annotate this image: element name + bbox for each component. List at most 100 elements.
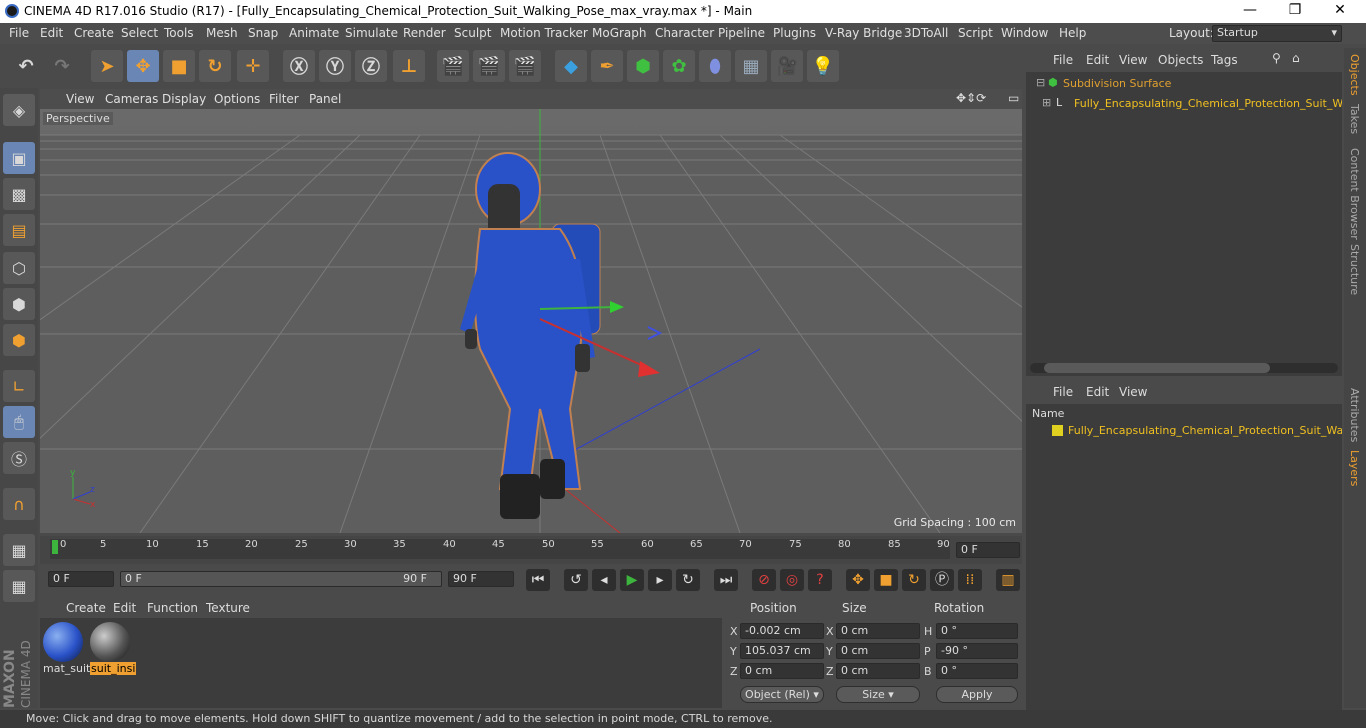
key-param-button[interactable]: Ⓟ [930,569,954,591]
size-z-field[interactable]: 0 cm [836,663,920,679]
menu-tools[interactable]: Tools [164,26,194,40]
size-x-field[interactable]: 0 cm [836,623,920,639]
undo-button[interactable]: ↶ [10,50,42,82]
key-position-button[interactable]: ✥ [846,569,870,591]
size-y-field[interactable]: 0 cm [836,643,920,659]
object-row[interactable]: ⊟ ⬢ Subdivision Surface [1026,74,1342,94]
y-axis-lock-button[interactable]: Ⓨ [319,50,351,82]
tweak-mode-button[interactable]: 🖱 [3,406,35,438]
cube-button[interactable]: ◆ [555,50,587,82]
layer-menu-edit[interactable]: Edit [1086,385,1109,399]
points-mode-button[interactable]: ⬡ [3,252,35,284]
camera-button[interactable]: 🎥 [771,50,803,82]
vp-menu-view[interactable]: View [66,92,94,106]
polygons-mode-button[interactable]: ⬢ [3,324,35,356]
frame-range-slider[interactable]: 0 F 90 F [120,571,442,587]
play-button[interactable]: ▶ [620,569,644,591]
material-swatch[interactable]: suit_insi [90,622,137,678]
texture-mode-button[interactable]: ▩ [3,178,35,210]
redo-button[interactable]: ↷ [46,50,78,82]
menu-edit[interactable]: Edit [40,26,63,40]
vp-menu-panel[interactable]: Panel [309,92,341,106]
search-icon[interactable]: ⚲ [1272,51,1281,65]
tab-takes[interactable]: Takes [1348,104,1361,134]
current-frame-field[interactable]: 0 F [956,542,1020,558]
size-mode-select[interactable]: Size ▾ [836,686,920,703]
key-pla-button[interactable]: ⁞⁞ [958,569,982,591]
floor-button[interactable]: ▦ [735,50,767,82]
menu-animate[interactable]: Animate [289,26,339,40]
subdivision-button[interactable]: ⬢ [627,50,659,82]
menu-simulate[interactable]: Simulate [345,26,398,40]
object-row[interactable]: ⊞ L Fully_Encapsulating_Chemical_Protect… [1026,94,1342,114]
tab-objects[interactable]: Objects [1348,54,1361,96]
menu-file[interactable]: File [9,26,29,40]
menu-snap[interactable]: Snap [248,26,278,40]
end-frame-field[interactable]: 90 F [448,571,514,587]
vp-menu-options[interactable]: Options [214,92,260,106]
timeline-ruler[interactable]: 0 5 10 15 20 25 30 35 40 45 50 55 60 65 … [40,536,1022,564]
coordinate-system-button[interactable]: ⊥ [393,50,425,82]
menu-create[interactable]: Create [74,26,114,40]
horizontal-scrollbar[interactable] [1030,363,1338,373]
rot-h-field[interactable]: 0 ° [936,623,1018,639]
pen-button[interactable]: ✒ [591,50,623,82]
previous-key-button[interactable]: ↺ [564,569,588,591]
menu-help[interactable]: Help [1059,26,1086,40]
obj-menu-tags[interactable]: Tags [1211,53,1238,67]
obj-menu-edit[interactable]: Edit [1086,53,1109,67]
menu-vray-bridge[interactable]: V-Ray Bridge [825,26,902,40]
render-picture-viewer-button[interactable]: 🎬 [473,50,505,82]
layout-select[interactable]: Startup ▾ [1212,25,1342,42]
menu-window[interactable]: Window [1001,26,1048,40]
tab-layers[interactable]: Layers [1348,450,1361,486]
vp-menu-filter[interactable]: Filter [269,92,299,106]
solo-button[interactable]: Ⓢ [3,442,35,474]
minimize-button[interactable]: — [1230,2,1270,18]
record-button[interactable]: ⊘ [752,569,776,591]
viewport-nav-icon[interactable]: ✥⇕⟳ [956,91,986,105]
cloner-button[interactable]: ✿ [663,50,695,82]
render-view-button[interactable]: 🎬 [437,50,469,82]
auto-key-button[interactable]: ◎ [780,569,804,591]
live-select-button[interactable]: ➤ [91,50,123,82]
move-tool-button[interactable]: ✥ [127,50,159,82]
pos-z-field[interactable]: 0 cm [740,663,824,679]
coord-mode-select[interactable]: Object (Rel) ▾ [740,686,824,703]
tab-attributes[interactable]: Attributes [1348,388,1361,442]
rot-b-field[interactable]: 0 ° [936,663,1018,679]
obj-menu-view[interactable]: View [1119,53,1147,67]
layer-row[interactable]: Fully_Encapsulating_Chemical_Protection_… [1026,422,1342,440]
menu-pipeline[interactable]: Pipeline [718,26,765,40]
menu-mesh[interactable]: Mesh [206,26,238,40]
obj-menu-file[interactable]: File [1053,53,1073,67]
menu-motion-tracker[interactable]: Motion Tracker [500,26,588,40]
viewport-layout-icon[interactable]: ▭ [1008,91,1019,105]
mat-menu-function[interactable]: Function [147,601,198,615]
pos-y-field[interactable]: 105.037 cm [740,643,824,659]
next-frame-button[interactable]: ▸ [648,569,672,591]
rotate-tool-button[interactable]: ↻ [199,50,231,82]
light-button[interactable]: 💡 [807,50,839,82]
home-icon[interactable]: ⌂ [1292,51,1300,65]
model-mode-button[interactable]: ▣ [3,142,35,174]
expand-icon[interactable]: ⊞ [1042,96,1051,109]
timeline-button[interactable]: ▥ [996,569,1020,591]
apply-button[interactable]: Apply [936,686,1018,703]
vp-menu-cameras[interactable]: Cameras [105,92,158,106]
key-scale-button[interactable]: ■ [874,569,898,591]
deformer-button[interactable]: ⬮ [699,50,731,82]
material-swatch[interactable]: mat_suit [43,622,90,678]
layer-menu-view[interactable]: View [1119,385,1147,399]
rot-p-field[interactable]: -90 ° [936,643,1018,659]
obj-menu-objects[interactable]: Objects [1158,53,1203,67]
scrollbar-thumb[interactable] [1044,363,1270,373]
menu-script[interactable]: Script [958,26,993,40]
edges-mode-button[interactable]: ⬢ [3,288,35,320]
close-button[interactable]: ✕ [1320,2,1360,18]
axis-mode-button[interactable]: ∟ [3,370,35,402]
keyframe-selection-button[interactable]: ? [808,569,832,591]
z-axis-lock-button[interactable]: Ⓩ [355,50,387,82]
snap-button[interactable]: ∩ [3,488,35,520]
planar-workplane-button[interactable]: ▦ [3,570,35,602]
